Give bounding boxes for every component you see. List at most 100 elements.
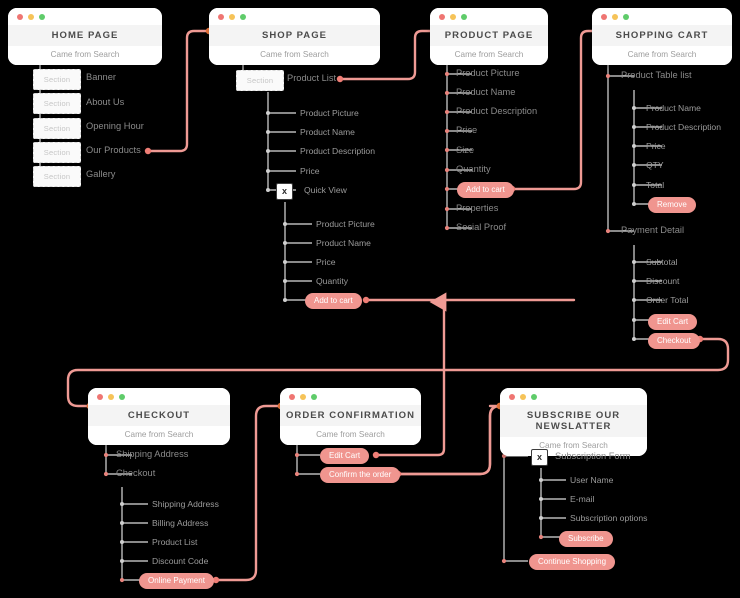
- node-banner[interactable]: Banner: [86, 72, 116, 83]
- section-box-banner[interactable]: Section: [33, 69, 81, 90]
- minimize-dot-icon[interactable]: [229, 13, 235, 20]
- maximize-dot-icon[interactable]: [119, 393, 125, 400]
- window-product-page[interactable]: PRODUCT PAGE Came from Search: [430, 8, 548, 65]
- node-cart-discount[interactable]: Discount: [646, 276, 679, 287]
- node-cart-order-total[interactable]: Order Total: [646, 295, 688, 306]
- node-product-size[interactable]: Size: [456, 145, 474, 156]
- window-checkout[interactable]: CHECKOUT Came from Search: [88, 388, 230, 445]
- node-about-us[interactable]: About Us: [86, 97, 124, 108]
- button-subscribe[interactable]: Subscribe: [559, 531, 613, 547]
- section-box-product-list[interactable]: Section: [236, 70, 284, 91]
- node-cart-product-name[interactable]: Product Name: [646, 103, 701, 114]
- window-home-page[interactable]: HOME PAGE Came from Search: [8, 8, 162, 65]
- close-dot-icon[interactable]: [289, 393, 295, 400]
- node-gallery[interactable]: Gallery: [86, 169, 115, 180]
- window-order-confirmation[interactable]: ORDER CONFIRMATION Came from Search: [280, 388, 421, 445]
- minimize-dot-icon[interactable]: [612, 13, 618, 20]
- button-cart-edit-cart[interactable]: Edit Cart: [648, 314, 698, 330]
- node-cart-total[interactable]: Total: [646, 180, 664, 191]
- node-user-name[interactable]: User Name: [570, 475, 613, 486]
- button-online-payment[interactable]: Online Payment: [139, 573, 214, 589]
- node-qv-quantity[interactable]: Quantity: [316, 276, 348, 287]
- maximize-dot-icon[interactable]: [623, 13, 629, 20]
- node-our-products[interactable]: Our Products: [86, 145, 141, 156]
- button-continue-shopping[interactable]: Continue Shopping: [529, 554, 616, 570]
- node-shop-product-picture[interactable]: Product Picture: [300, 108, 359, 119]
- close-dot-icon[interactable]: [439, 13, 445, 20]
- minimize-dot-icon[interactable]: [520, 393, 526, 400]
- x-icon: x: [536, 452, 542, 462]
- node-payment-detail[interactable]: Payment Detail: [621, 225, 684, 236]
- node-product-description[interactable]: Product Description: [456, 106, 537, 117]
- node-cart-price[interactable]: Price: [646, 141, 666, 152]
- node-shop-price[interactable]: Price: [300, 166, 320, 177]
- window-controls: [88, 388, 230, 405]
- maximize-dot-icon[interactable]: [311, 393, 317, 400]
- window-controls: [209, 8, 380, 25]
- node-quick-view[interactable]: Quick View: [304, 185, 347, 196]
- close-dot-icon[interactable]: [17, 13, 23, 20]
- close-dot-icon[interactable]: [601, 13, 607, 20]
- close-dot-icon[interactable]: [97, 393, 103, 400]
- node-shop-product-description[interactable]: Product Description: [300, 146, 375, 157]
- window-shop-page[interactable]: SHOP PAGE Came from Search: [209, 8, 380, 65]
- section-box-opening-hour[interactable]: Section: [33, 118, 81, 139]
- node-cart-subtotal[interactable]: Subtotal: [646, 257, 678, 268]
- maximize-dot-icon[interactable]: [240, 13, 246, 20]
- button-qv-add-to-cart[interactable]: Add to cart: [305, 293, 362, 309]
- node-checkout-sub-discount-code[interactable]: Discount Code: [152, 556, 208, 567]
- close-dot-icon[interactable]: [509, 393, 515, 400]
- node-checkout-shipping-address[interactable]: Shipping Address: [116, 449, 188, 460]
- node-product-name[interactable]: Product Name: [456, 87, 515, 98]
- window-title-shop: SHOP PAGE: [209, 25, 380, 46]
- node-shop-product-name[interactable]: Product Name: [300, 127, 355, 138]
- node-email[interactable]: E-mail: [570, 494, 594, 505]
- minimize-dot-icon[interactable]: [108, 393, 114, 400]
- button-confirmation-edit-cart[interactable]: Edit Cart: [320, 448, 370, 464]
- node-checkout-sub-billing-address[interactable]: Billing Address: [152, 518, 208, 529]
- window-controls: [500, 388, 647, 405]
- window-title-home: HOME PAGE: [8, 25, 162, 46]
- button-confirm-the-order[interactable]: Confirm the order: [320, 467, 401, 483]
- window-title-checkout: CHECKOUT: [88, 405, 230, 426]
- modal-icon-quick-view[interactable]: x: [276, 183, 293, 200]
- node-product-table-list[interactable]: Product Table list: [621, 70, 692, 81]
- maximize-dot-icon[interactable]: [531, 393, 537, 400]
- maximize-dot-icon[interactable]: [461, 13, 467, 20]
- window-title-order-confirmation: ORDER CONFIRMATION: [280, 405, 421, 426]
- window-subtitle-order-confirmation: Came from Search: [280, 426, 421, 445]
- close-dot-icon[interactable]: [218, 13, 224, 20]
- node-product-price[interactable]: Price: [456, 125, 477, 136]
- node-cart-qty[interactable]: QTY: [646, 160, 664, 171]
- node-product-picture[interactable]: Product Picture: [456, 68, 520, 79]
- button-product-add-to-cart[interactable]: Add to cart: [457, 182, 514, 198]
- section-box-our-products[interactable]: Section: [33, 142, 81, 163]
- minimize-dot-icon[interactable]: [450, 13, 456, 20]
- node-product-list[interactable]: Product List: [287, 73, 336, 84]
- node-qv-price[interactable]: Price: [316, 257, 336, 268]
- node-opening-hour[interactable]: Opening Hour: [86, 121, 144, 132]
- window-controls: [592, 8, 732, 25]
- modal-icon-subscription-form[interactable]: x: [531, 449, 548, 466]
- node-subscription-options[interactable]: Subscription options: [570, 513, 647, 524]
- node-product-properties[interactable]: Properties: [456, 203, 498, 214]
- node-product-social-proof[interactable]: Social Proof: [456, 222, 506, 233]
- window-shopping-cart[interactable]: SHOPPING CART Came from Search: [592, 8, 732, 65]
- button-cart-checkout[interactable]: Checkout: [648, 333, 700, 349]
- window-newsletter[interactable]: SUBSCRIBE OUR NEWSLATTER Came from Searc…: [500, 388, 647, 456]
- node-subscription-form[interactable]: Subscription Form: [555, 451, 630, 462]
- button-cart-remove[interactable]: Remove: [648, 197, 696, 213]
- section-box-about-us[interactable]: Section: [33, 93, 81, 114]
- node-qv-product-name[interactable]: Product Name: [316, 238, 371, 249]
- node-product-quantity[interactable]: Quantity: [456, 164, 491, 175]
- section-box-gallery[interactable]: Section: [33, 166, 81, 187]
- maximize-dot-icon[interactable]: [39, 13, 45, 20]
- node-cart-product-description[interactable]: Product Description: [646, 122, 721, 133]
- minimize-dot-icon[interactable]: [300, 393, 306, 400]
- window-controls: [8, 8, 162, 25]
- node-checkout-sub-shipping-address[interactable]: Shipping Address: [152, 499, 219, 510]
- node-checkout-sub-product-list[interactable]: Product List: [152, 537, 197, 548]
- node-qv-product-picture[interactable]: Product Picture: [316, 219, 375, 230]
- node-checkout-checkout[interactable]: Checkout: [116, 468, 155, 479]
- minimize-dot-icon[interactable]: [28, 13, 34, 20]
